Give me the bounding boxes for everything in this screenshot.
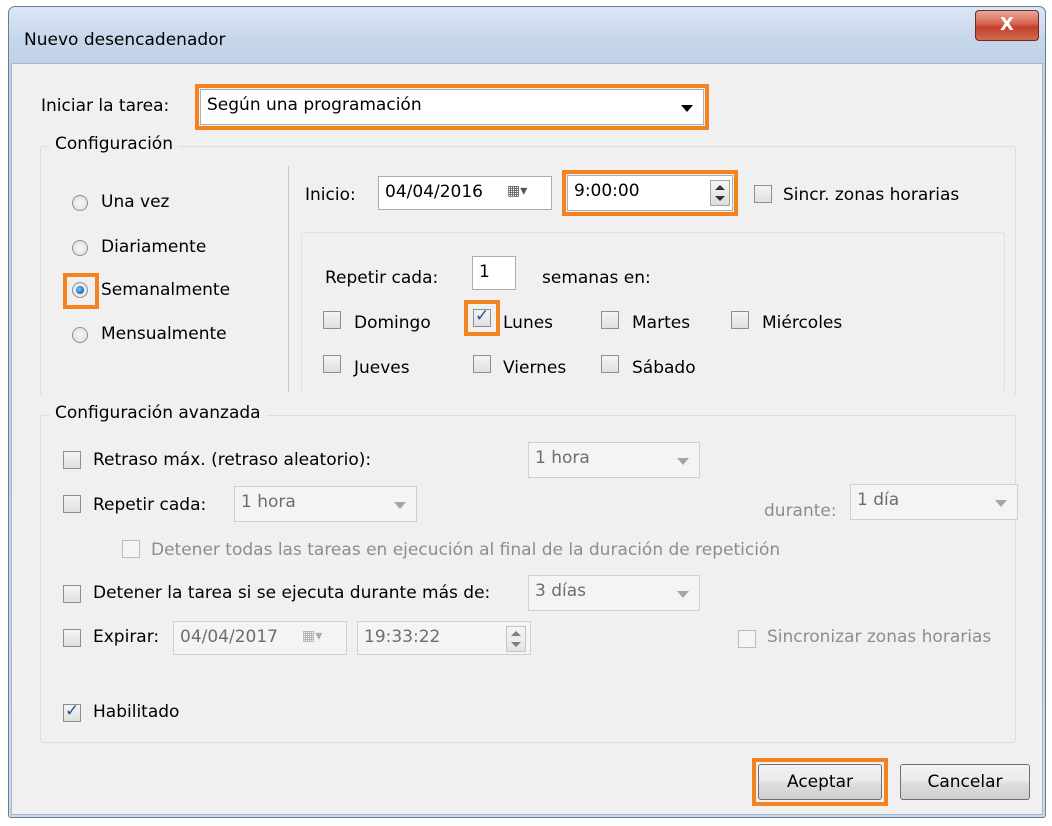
label-jueves: Jueves <box>354 358 410 378</box>
sync-tz-label: Sincr. zonas horarias <box>783 185 960 205</box>
repeat-value: 1 hora <box>241 492 296 512</box>
radio-label-mensualmente: Mensualmente <box>101 324 227 344</box>
sync-tz-checkbox[interactable] <box>754 185 772 203</box>
repeat-weeks-value: 1 <box>479 262 490 282</box>
start-time-spinner[interactable] <box>710 180 730 206</box>
stop-task-value: 3 días <box>535 581 587 601</box>
label-viernes: Viernes <box>503 358 567 378</box>
start-task-select[interactable]: Según una programación <box>200 89 704 125</box>
max-delay-label: Retraso máx. (retraso aleatorio): <box>93 450 372 470</box>
stop-all-checkbox[interactable] <box>122 540 140 558</box>
during-select[interactable]: 1 día <box>850 484 1018 520</box>
spin-up-icon <box>715 185 725 190</box>
expire-checkbox[interactable] <box>63 629 81 647</box>
label-miercoles: Miércoles <box>762 313 843 333</box>
stop-task-label: Detener la tarea si se ejecuta durante m… <box>93 583 491 603</box>
label-domingo: Domingo <box>354 313 431 333</box>
radio-mensualmente[interactable] <box>72 327 88 343</box>
radio-una-vez[interactable] <box>72 195 88 211</box>
dialog-window: Nuevo desencadenador X Iniciar la tarea:… <box>8 6 1046 818</box>
radio-label-una-vez: Una vez <box>101 192 170 212</box>
max-delay-checkbox[interactable] <box>63 451 81 469</box>
expire-date-input[interactable]: 04/04/2017 ▦▾ <box>173 621 347 655</box>
repeat-label: Repetir cada: <box>93 495 207 515</box>
label-lunes: Lunes <box>503 313 554 333</box>
max-delay-select[interactable]: 1 hora <box>528 442 700 478</box>
max-delay-value: 1 hora <box>535 448 590 468</box>
expire-time-value: 19:33:22 <box>364 627 441 647</box>
during-label: durante: <box>764 501 837 521</box>
spin-down-icon <box>715 196 725 201</box>
checkbox-sabado[interactable] <box>601 355 619 373</box>
radio-label-semanalmente: Semanalmente <box>101 280 231 300</box>
checkbox-martes[interactable] <box>601 311 619 329</box>
checkbox-jueves[interactable] <box>323 355 341 373</box>
expire-date-value: 04/04/2017 <box>180 627 278 647</box>
calendar-icon[interactable]: ▦▾ <box>507 183 527 199</box>
enabled-label: Habilitado <box>93 702 180 722</box>
start-task-label: Iniciar la tarea: <box>41 96 170 116</box>
config-group-title: Configuración <box>50 134 178 154</box>
enabled-checkbox[interactable] <box>63 701 81 722</box>
chevron-down-icon <box>677 591 689 598</box>
advanced-group-title: Configuración avanzada <box>50 403 266 423</box>
start-time-value: 9:00:00 <box>574 181 640 201</box>
chevron-down-icon <box>677 458 689 465</box>
start-date-input[interactable]: 04/04/2016 ▦▾ <box>378 176 552 210</box>
expire-sync-tz-label: Sincronizar zonas horarias <box>767 627 992 647</box>
repeat-select[interactable]: 1 hora <box>234 486 417 522</box>
stop-task-checkbox[interactable] <box>63 585 81 603</box>
checkbox-domingo[interactable] <box>323 311 341 329</box>
repeat-every-label: Repetir cada: <box>325 268 439 288</box>
radio-semanalmente[interactable] <box>72 282 88 298</box>
ok-button[interactable]: Aceptar <box>758 764 882 800</box>
during-value: 1 día <box>857 490 900 510</box>
config-divider <box>288 166 289 392</box>
label-sabado: Sábado <box>632 358 696 378</box>
window-title: Nuevo desencadenador <box>24 30 226 50</box>
start-date-value: 04/04/2016 <box>385 182 483 202</box>
expire-time-spinner[interactable] <box>506 626 526 652</box>
expire-sync-tz-checkbox[interactable] <box>738 630 756 648</box>
expire-label: Expirar: <box>93 627 160 647</box>
calendar-icon[interactable]: ▦▾ <box>302 628 322 644</box>
start-time-input[interactable]: 9:00:00 <box>567 175 733 211</box>
checkbox-viernes[interactable] <box>473 355 491 373</box>
dialog-client-area: Iniciar la tarea: Según una programación… <box>11 63 1043 815</box>
chevron-down-icon <box>995 500 1007 507</box>
stop-all-label: Detener todas las tareas en ejecución al… <box>151 540 781 560</box>
repeat-checkbox[interactable] <box>63 495 81 513</box>
checkbox-lunes[interactable] <box>473 306 491 327</box>
checkbox-miercoles[interactable] <box>731 311 749 329</box>
chevron-down-icon <box>394 502 406 509</box>
stop-task-select[interactable]: 3 días <box>528 575 700 611</box>
radio-label-diariamente: Diariamente <box>101 237 207 257</box>
title-bar: Nuevo desencadenador X <box>9 7 1045 63</box>
label-martes: Martes <box>632 313 691 333</box>
expire-time-input[interactable]: 19:33:22 <box>357 621 531 655</box>
spin-down-icon <box>511 642 521 647</box>
weeks-on-label: semanas en: <box>542 268 651 288</box>
close-button[interactable]: X <box>975 10 1039 41</box>
start-task-value: Según una programación <box>207 95 422 115</box>
spin-up-icon <box>511 631 521 636</box>
repeat-weeks-input[interactable]: 1 <box>472 256 516 290</box>
radio-diariamente[interactable] <box>72 240 88 256</box>
cancel-button[interactable]: Cancelar <box>900 764 1030 800</box>
start-label: Inicio: <box>305 185 356 205</box>
chevron-down-icon <box>681 105 693 112</box>
